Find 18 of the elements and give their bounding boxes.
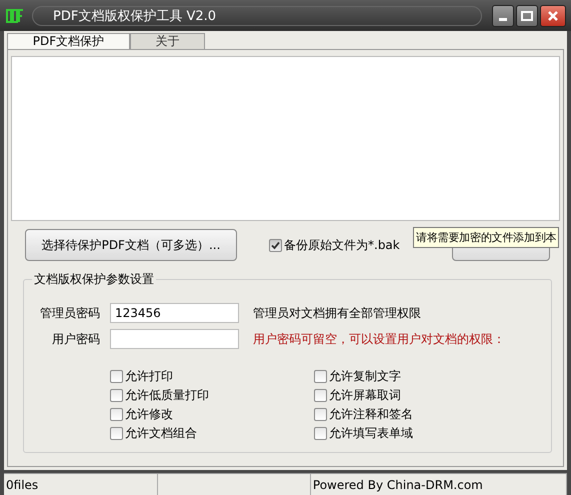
hint-text: 管理员对文档拥有全部管理权限 xyxy=(253,304,421,322)
checkbox-label: 允许低质量打印 xyxy=(125,387,209,404)
group-title: 文档版权保护参数设置 xyxy=(32,271,156,288)
checkbox-label: 备份原始文件为*.bak xyxy=(284,236,400,254)
status-text: Powered By China-DRM.com xyxy=(312,478,483,492)
field-label: 管理员密码 xyxy=(39,304,100,322)
hint-text: 用户密码可留空，可以设置用户对文档的权限： xyxy=(253,330,505,348)
checkbox-label: 允许复制文字 xyxy=(329,368,401,385)
checkbox-label: 允许打印 xyxy=(125,368,173,385)
checkbox-label: 允许修改 xyxy=(125,406,173,423)
tooltip: 请将需要加密的文件添加到本 xyxy=(413,227,560,248)
checkbox-label: 允许文档组合 xyxy=(125,425,197,442)
checkbox-label: 允许填写表单域 xyxy=(329,425,413,442)
checkbox-label: 允许屏幕取词 xyxy=(329,387,401,404)
status-text: 0files xyxy=(6,478,38,492)
field-label: 用户密码 xyxy=(51,330,100,348)
window-title: PDF文档版权保护工具 V2.0 xyxy=(32,6,482,26)
checkbox-label: 允许注释和签名 xyxy=(329,406,413,423)
